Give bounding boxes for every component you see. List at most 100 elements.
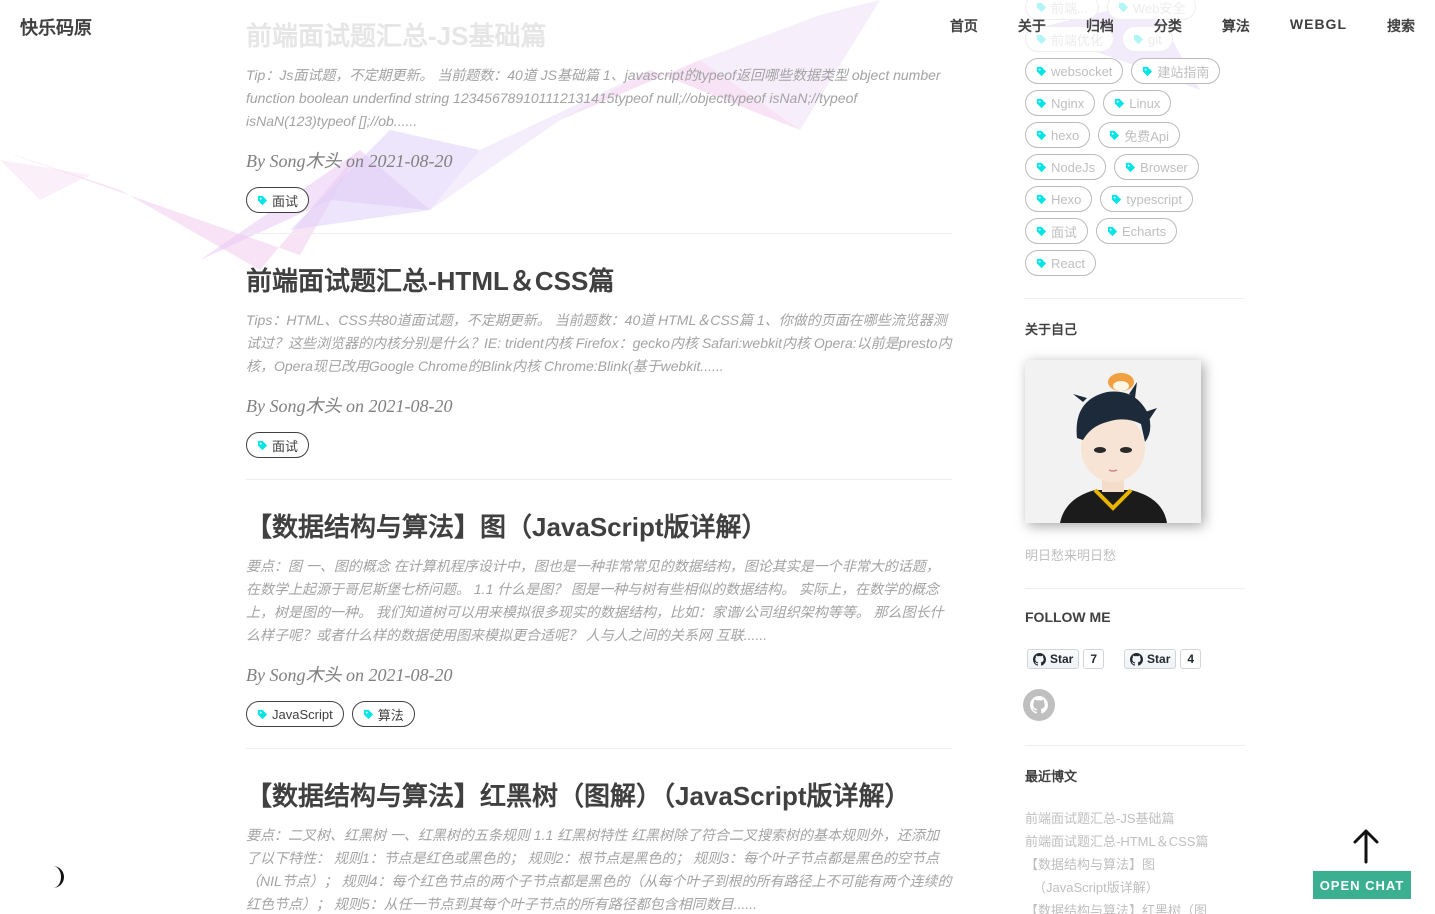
post-item: 【数据结构与算法】红黑树（图解）（JavaScript版详解） 要点：二叉树、红… [246, 749, 952, 914]
post-title[interactable]: 【数据结构与算法】红黑树（图解）（JavaScript版详解） [246, 778, 952, 814]
tag-cloud-item[interactable]: Hexo [1025, 186, 1093, 212]
navbar: 快乐码原 首页 关于 归档 分类 算法 WEBGL 搜索 [0, 0, 1435, 50]
divider [1025, 745, 1245, 746]
divider [1025, 298, 1245, 299]
recent-post-link[interactable]: 【数据结构与算法】图 [1025, 853, 1245, 876]
nav-home[interactable]: 首页 [950, 16, 978, 36]
tag-chip[interactable]: 算法 [351, 701, 415, 727]
tag-icon [257, 195, 268, 205]
tag-label: 面试 [272, 438, 299, 454]
nav-categories[interactable]: 分类 [1154, 16, 1182, 36]
sidebar: 前端... Web安全 前端优化 git websocket 建站指南 Ngin… [1023, 0, 1245, 914]
tag-icon [1036, 258, 1047, 268]
recent-posts: 前端面试题汇总-JS基础篇 前端面试题汇总-HTML＆CSS篇 【数据结构与算法… [1025, 807, 1245, 914]
post-excerpt[interactable]: 要点：图 一、图的概念 在计算机程序设计中，图也是一种非常常见的数据结构，图论其… [246, 555, 952, 647]
post-title[interactable]: 【数据结构与算法】图（JavaScript版详解） [246, 509, 952, 545]
post-excerpt[interactable]: Tip：Js面试题，不定期更新。 当前题数：40道 JS基础篇 1、javasc… [246, 64, 952, 133]
post-title[interactable]: 前端面试题汇总-HTML＆CSS篇 [246, 263, 952, 299]
tag-cloud-label: Hexo [1051, 191, 1082, 207]
post-excerpt[interactable]: Tips：HTML、CSS共80道面试题，不定期更新。 当前题数：40道 HTM… [246, 309, 952, 378]
tag-label: JavaScript [272, 706, 333, 722]
tag-icon [1036, 194, 1047, 204]
tag-icon [1143, 66, 1153, 76]
tag-cloud-label: 建站指南 [1157, 64, 1210, 80]
tag-icon [363, 709, 373, 719]
moon-icon[interactable] [42, 864, 68, 890]
tag-cloud-item[interactable]: Linux [1103, 90, 1172, 116]
tag-cloud-label: React [1051, 255, 1085, 271]
post-excerpt[interactable]: 要点：二叉树、红黑树 一、红黑树的五条规则 1.1 红黑树特性 红黑树除了符合二… [246, 824, 952, 914]
tag-cloud-item[interactable]: 建站指南 [1131, 58, 1221, 84]
github-icon [1030, 696, 1048, 714]
recent-post-link[interactable]: 前端面试题汇总-JS基础篇 [1025, 807, 1245, 830]
arrow-up-icon[interactable] [1352, 828, 1380, 864]
tag-icon [1036, 66, 1047, 76]
tag-cloud-item[interactable]: React [1025, 250, 1096, 276]
tag-cloud-label: Echarts [1122, 223, 1167, 239]
tag-chip[interactable]: 面试 [246, 187, 310, 213]
about-title: 关于自己 [1025, 322, 1078, 337]
github-star-button[interactable]: Star [1124, 649, 1177, 669]
divider [1025, 588, 1245, 589]
nav-about[interactable]: 关于 [1018, 16, 1046, 36]
about-text: 明日愁来明日愁 [1025, 548, 1117, 563]
github-star-button[interactable]: Star [1027, 649, 1080, 669]
tag-icon [1125, 162, 1136, 172]
tag-cloud-label: websocket [1051, 63, 1113, 79]
nav-algorithm[interactable]: 算法 [1222, 16, 1250, 36]
post-meta: By Song木头 on 2021-08-20 [246, 151, 453, 171]
tag-cloud-item[interactable]: NodeJs [1025, 154, 1107, 180]
tag-icon [1112, 194, 1122, 204]
post-list: 前端面试题汇总-JS基础篇 Tip：Js面试题，不定期更新。 当前题数：40道 … [246, 0, 952, 914]
tag-cloud-item[interactable]: Nginx [1025, 90, 1096, 116]
tag-cloud-item[interactable]: Echarts [1096, 218, 1178, 244]
nav-webgl[interactable]: WEBGL [1290, 16, 1347, 36]
tag-chip[interactable]: 面试 [246, 432, 310, 458]
tag-icon [1036, 162, 1047, 172]
nav-archive[interactable]: 归档 [1086, 16, 1114, 36]
tag-cloud-item[interactable]: 面试 [1025, 218, 1089, 244]
tag-cloud-item[interactable]: websocket [1025, 58, 1124, 84]
post-tags: 面试 [246, 187, 952, 213]
tag-icon [257, 709, 268, 719]
github-star-label: Star [1147, 652, 1171, 666]
recent-post-link[interactable]: 【数据结构与算法】红黑树（图 [1025, 899, 1245, 914]
tag-cloud-label: 免费Api [1124, 128, 1169, 144]
nav-search[interactable]: 搜索 [1387, 16, 1415, 36]
post-meta: By Song木头 on 2021-08-20 [246, 396, 453, 416]
tag-icon [1110, 130, 1120, 140]
site-brand[interactable]: 快乐码原 [20, 14, 92, 40]
recent-title: 最近博文 [1025, 769, 1078, 784]
github-star-count[interactable]: 7 [1083, 649, 1105, 669]
recent-post-link[interactable]: （JavaScript版详解） [1025, 876, 1245, 899]
tag-cloud-label: Linux [1129, 95, 1161, 111]
tag-cloud-label: Browser [1140, 159, 1188, 175]
github-icon [1130, 652, 1144, 666]
tag-label: 面试 [272, 193, 299, 209]
tag-icon [257, 440, 268, 450]
avatar [1025, 360, 1201, 523]
tag-cloud-item[interactable]: hexo [1025, 122, 1091, 148]
github-star-label: Star [1050, 652, 1074, 666]
tag-cloud-item[interactable]: 免费Api [1098, 122, 1180, 148]
github-buttons: Star 7 Star 4 [1027, 649, 1245, 669]
recent-post-link[interactable]: 前端面试题汇总-HTML＆CSS篇 [1025, 830, 1245, 853]
tag-icon [1115, 98, 1125, 108]
tag-chip[interactable]: JavaScript [246, 701, 344, 727]
tag-cloud-label: hexo [1051, 127, 1080, 143]
github-profile-link[interactable] [1023, 689, 1055, 721]
tag-label: 算法 [377, 707, 404, 723]
tag-cloud-label: typescript [1126, 191, 1182, 207]
avatar-illustration [1025, 360, 1201, 523]
post-item: 前端面试题汇总-HTML＆CSS篇 Tips：HTML、CSS共80道面试题，不… [246, 234, 952, 480]
tag-cloud-label: Nginx [1051, 95, 1085, 111]
open-chat-button[interactable]: OPEN CHAT [1313, 871, 1411, 899]
post-tags: 面试 [246, 432, 952, 458]
tag-cloud-item[interactable]: typescript [1100, 186, 1193, 212]
follow-title: FOLLOW ME [1025, 609, 1111, 625]
nav-menu: 首页 关于 归档 分类 算法 WEBGL 搜索 [950, 16, 1415, 36]
tag-cloud-item[interactable]: Browser [1114, 154, 1199, 180]
github-star-count[interactable]: 4 [1180, 649, 1202, 669]
tag-cloud: websocket 建站指南 Nginx Linux hexo 免费Api No… [1025, 58, 1245, 282]
post-tags: JavaScript 算法 [246, 701, 952, 727]
